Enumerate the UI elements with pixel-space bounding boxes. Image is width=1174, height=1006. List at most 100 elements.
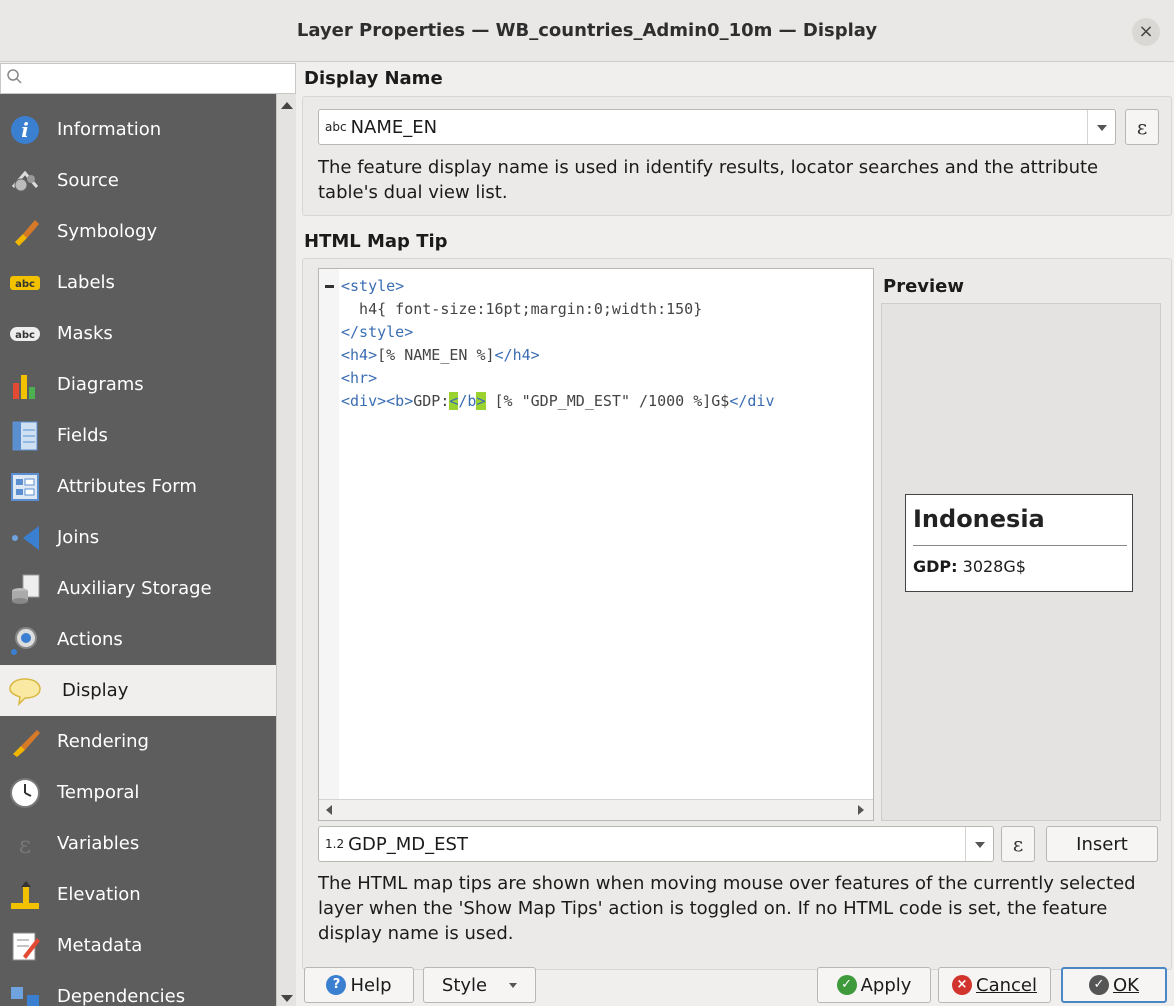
sidebar-item-label: Information xyxy=(57,119,162,140)
display-name-heading: Display Name xyxy=(304,68,443,89)
sidebar-item-display[interactable]: Display xyxy=(0,665,276,716)
map-tip-preview: Indonesia GDP: 3028G$ xyxy=(881,303,1161,821)
sidebar-item-label: Fields xyxy=(57,425,108,446)
diagrams-icon xyxy=(13,375,35,399)
search-input[interactable] xyxy=(0,63,296,94)
variables-icon: ε xyxy=(19,831,31,859)
auxiliary-storage-icon xyxy=(12,574,40,604)
rendering-icon xyxy=(13,730,40,757)
sidebar-item-label: Dependencies xyxy=(57,986,186,1006)
display-name-expression-button[interactable]: ε xyxy=(1125,109,1159,145)
editor-margin xyxy=(319,269,339,799)
checkmark-icon: ✓ xyxy=(836,975,857,995)
map-tip-expression-button[interactable]: ε xyxy=(1001,826,1035,862)
scroll-left-icon[interactable] xyxy=(326,805,332,815)
fold-marker-icon[interactable] xyxy=(325,285,334,288)
svg-text:ε: ε xyxy=(19,831,31,859)
sidebar-item-label: Symbology xyxy=(57,221,158,242)
display-name-hint: The feature display name is used in iden… xyxy=(318,157,1099,203)
sidebar-item-temporal[interactable]: Temporal xyxy=(0,767,276,818)
map-tip-title: Indonesia xyxy=(913,505,1045,533)
display-name-field-combo[interactable]: abc NAME_EN xyxy=(318,109,1116,145)
html-map-tip-heading: HTML Map Tip xyxy=(304,231,448,252)
sidebar-item-label: Auxiliary Storage xyxy=(57,578,212,599)
chevron-down-icon[interactable] xyxy=(1087,110,1115,144)
ok-icon: ✓ xyxy=(1089,975,1109,995)
apply-button[interactable]: ✓ Apply xyxy=(817,967,931,1003)
sidebar-item-rendering[interactable]: Rendering xyxy=(0,716,276,767)
sidebar-item-information[interactable]: i Information xyxy=(0,104,276,155)
symbology-icon xyxy=(15,220,39,246)
help-icon: ? xyxy=(326,975,347,995)
sidebar-item-source[interactable]: Source xyxy=(0,155,276,206)
insert-field-combo[interactable]: 1.2 GDP_MD_EST xyxy=(318,826,994,862)
sidebar-item-attributes-form[interactable]: Attributes Form xyxy=(0,461,276,512)
chevron-down-icon[interactable] xyxy=(965,827,993,861)
insert-field-value: GDP_MD_EST xyxy=(348,833,468,855)
scroll-right-icon[interactable] xyxy=(858,805,864,815)
display-name-field-value: NAME_EN xyxy=(350,116,438,138)
sidebar-item-label: Variables xyxy=(57,833,140,854)
sidebar-item-label: Labels xyxy=(57,272,115,293)
svg-text:i: i xyxy=(21,118,29,142)
actions-icon xyxy=(11,627,37,655)
sidebar: i Information Source Symbology abc Label… xyxy=(0,94,276,1006)
window-title: Layer Properties — WB_countries_Admin0_1… xyxy=(296,20,878,41)
masks-icon: abc xyxy=(10,327,40,341)
source-icon xyxy=(11,170,39,192)
html-code[interactable]: <style> h4{ font-size:16pt;margin:0;widt… xyxy=(341,275,775,413)
help-button[interactable]: ? Help xyxy=(304,967,414,1003)
metadata-icon xyxy=(12,932,40,961)
svg-text:abc: abc xyxy=(15,279,35,290)
map-tip-card: Indonesia GDP: 3028G$ xyxy=(905,494,1133,592)
sidebar-item-label: Metadata xyxy=(57,935,143,956)
sidebar-item-label: Attributes Form xyxy=(57,476,197,497)
chevron-down-icon xyxy=(509,982,518,988)
sidebar-item-metadata[interactable]: Metadata xyxy=(0,920,276,971)
sidebar-item-label: Joins xyxy=(57,527,100,548)
sidebar-item-labels[interactable]: abc Labels xyxy=(0,257,276,308)
ok-button[interactable]: ✓ OK xyxy=(1061,967,1167,1003)
sidebar-item-label: Source xyxy=(57,170,119,191)
sidebar-item-actions[interactable]: Actions xyxy=(0,614,276,665)
sidebar-item-diagrams[interactable]: Diagrams xyxy=(0,359,276,410)
svg-text:abc: abc xyxy=(15,330,35,341)
sidebar-item-label: Diagrams xyxy=(57,374,144,395)
search-icon xyxy=(7,69,22,84)
scroll-down-icon[interactable] xyxy=(281,995,293,1002)
sidebar-item-dependencies[interactable]: Dependencies xyxy=(0,971,276,1006)
sidebar-item-symbology[interactable]: Symbology xyxy=(0,206,276,257)
sidebar-item-variables[interactable]: ε Variables xyxy=(0,818,276,869)
sidebar-item-label: Elevation xyxy=(57,884,141,905)
sidebar-scrollbar[interactable] xyxy=(276,94,296,1006)
style-button[interactable]: Style xyxy=(423,967,536,1003)
numeric-type-icon: 1.2 xyxy=(325,837,345,851)
cancel-button[interactable]: × Cancel xyxy=(938,967,1051,1003)
string-type-icon: abc xyxy=(325,120,347,134)
sidebar-item-label: Display xyxy=(62,680,129,701)
sidebar-item-label: Masks xyxy=(57,323,113,344)
attributes-form-icon xyxy=(11,473,39,501)
editor-horizontal-scrollbar[interactable] xyxy=(319,799,873,820)
sidebar-item-fields[interactable]: Fields xyxy=(0,410,276,461)
cancel-icon: × xyxy=(952,975,972,995)
sidebar-item-label: Actions xyxy=(57,629,123,650)
sidebar-item-auxiliary-storage[interactable]: Auxiliary Storage xyxy=(0,563,276,614)
elevation-icon xyxy=(11,881,39,909)
fields-icon xyxy=(12,421,38,451)
sidebar-item-label: Temporal xyxy=(57,782,140,803)
html-code-editor[interactable]: <style> h4{ font-size:16pt;margin:0;widt… xyxy=(318,268,874,821)
map-tip-divider xyxy=(913,545,1127,546)
scroll-up-icon[interactable] xyxy=(281,102,293,109)
map-tip-hint: The HTML map tips are shown when moving … xyxy=(318,873,1136,944)
sidebar-item-masks[interactable]: abc Masks xyxy=(0,308,276,359)
title-bar: Layer Properties — WB_countries_Admin0_1… xyxy=(0,0,1174,62)
dependencies-icon xyxy=(11,987,39,1006)
sidebar-item-elevation[interactable]: Elevation xyxy=(0,869,276,920)
close-icon[interactable]: × xyxy=(1132,18,1160,46)
sidebar-item-joins[interactable]: Joins xyxy=(0,512,276,563)
map-tip-gdp: GDP: 3028G$ xyxy=(913,557,1026,576)
sidebar-item-label: Rendering xyxy=(57,731,149,752)
labels-icon: abc xyxy=(10,276,40,290)
insert-button[interactable]: Insert xyxy=(1046,826,1158,862)
